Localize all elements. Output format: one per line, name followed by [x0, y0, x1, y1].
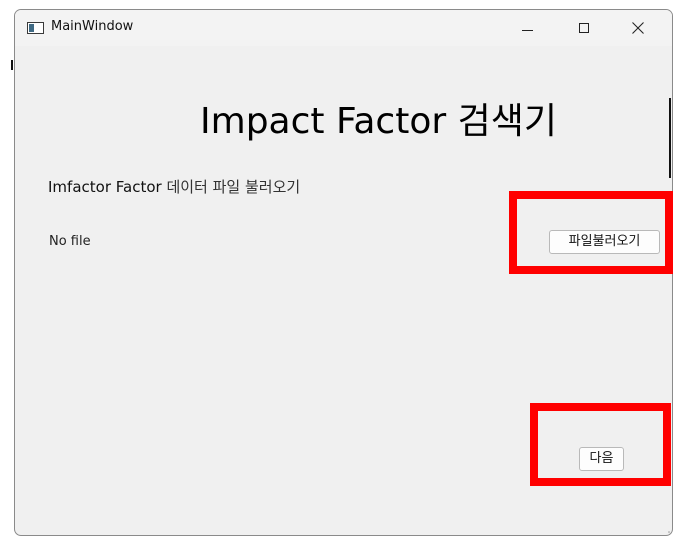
highlight-box-next [530, 403, 671, 486]
close-button[interactable] [615, 10, 661, 46]
right-edge-mark [669, 98, 671, 178]
resize-grip-icon[interactable] [663, 530, 671, 536]
highlight-box-load [509, 191, 673, 274]
close-icon [632, 22, 644, 34]
maximize-button[interactable] [561, 10, 607, 46]
page-title: Impact Factor 검색기 [200, 101, 557, 142]
left-edge-mark [11, 60, 13, 70]
app-window-icon [27, 22, 44, 34]
section-label: Imfactor Factor 데이터 파일 불러오기 [48, 176, 300, 197]
minimize-button[interactable] [505, 10, 551, 46]
file-status-label: No file [49, 234, 91, 249]
section-label-rest: 데이터 파일 불러오기 [161, 178, 301, 196]
section-label-bold: Imfactor Factor [48, 178, 162, 196]
window-title: MainWindow [51, 19, 134, 34]
title-bar[interactable]: MainWindow [15, 10, 672, 46]
